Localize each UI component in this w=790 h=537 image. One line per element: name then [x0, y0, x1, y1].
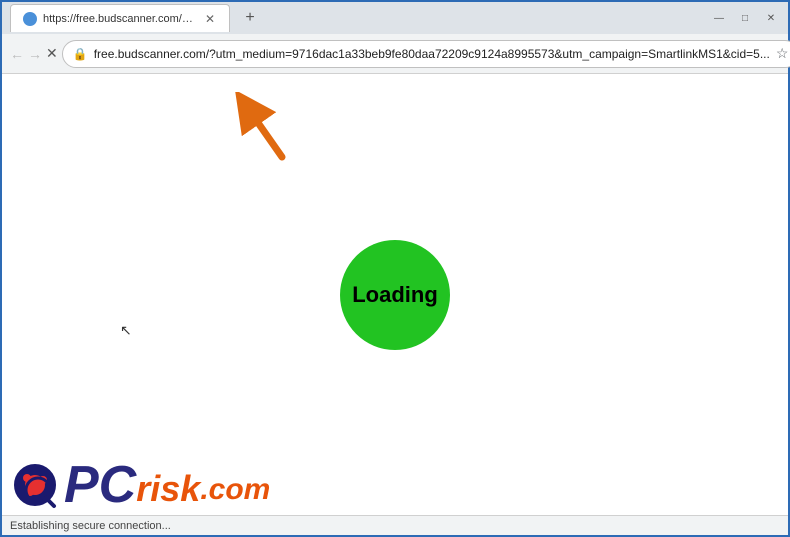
window-controls: — □ ✕ — [710, 10, 780, 26]
status-bar: Establishing secure connection... — [2, 515, 788, 535]
logo-risk: risk — [136, 471, 200, 511]
mouse-cursor: ↖ — [120, 322, 132, 339]
close-button[interactable]: ✕ — [762, 10, 780, 26]
address-bar[interactable]: 🔒 free.budscanner.com/?utm_medium=9716da… — [62, 40, 790, 68]
logo-pc: PC — [64, 459, 136, 511]
tab-title: https://free.budscanner.com/?ut... — [43, 13, 197, 25]
url-text: free.budscanner.com/?utm_medium=9716dac1… — [94, 47, 770, 61]
bookmark-icon[interactable]: ☆ — [776, 45, 789, 62]
lock-icon: 🔒 — [73, 47, 88, 61]
forward-button[interactable]: → — [28, 40, 42, 68]
page-content: ↖ Loading PC risk .com — [2, 74, 788, 515]
toolbar: ← → ✕ 🔒 free.budscanner.com/?utm_medium=… — [2, 34, 788, 74]
status-text: Establishing secure connection... — [10, 520, 171, 532]
back-button[interactable]: ← — [10, 40, 24, 68]
annotation-arrow — [227, 92, 307, 172]
logo-dotcom: .com — [200, 473, 270, 511]
forward-icon: → — [28, 46, 42, 62]
browser-window: https://free.budscanner.com/?ut... ✕ + —… — [0, 0, 790, 537]
loading-indicator: Loading — [340, 240, 450, 350]
tab-close-button[interactable]: ✕ — [203, 10, 217, 28]
loading-text: Loading — [352, 282, 438, 308]
maximize-button[interactable]: □ — [736, 10, 754, 26]
browser-tab[interactable]: https://free.budscanner.com/?ut... ✕ — [10, 4, 230, 32]
back-icon: ← — [10, 46, 24, 62]
reload-icon: ✕ — [46, 45, 58, 62]
minimize-button[interactable]: — — [710, 10, 728, 26]
pcrisk-logo-icon — [10, 460, 60, 510]
pcrisk-logo-text: PC risk .com — [64, 459, 270, 511]
title-bar: https://free.budscanner.com/?ut... ✕ + —… — [2, 2, 788, 34]
reload-button[interactable]: ✕ — [46, 40, 58, 68]
new-tab-button[interactable]: + — [236, 4, 264, 32]
tab-favicon — [23, 12, 37, 26]
pcrisk-watermark: PC risk .com — [2, 455, 278, 515]
